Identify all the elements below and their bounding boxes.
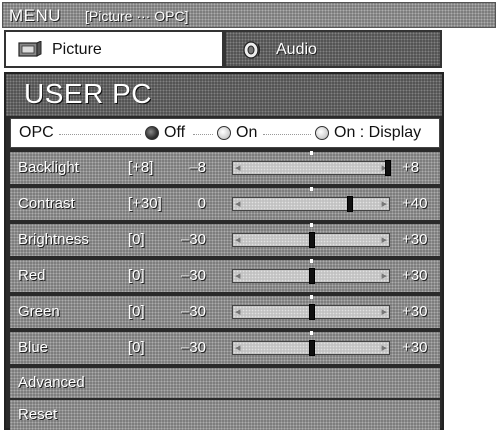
max-value: +30 xyxy=(402,339,428,356)
max-value: +30 xyxy=(402,231,428,248)
slider-label: Red xyxy=(18,267,46,284)
slider-knob[interactable] xyxy=(309,340,315,356)
menu-title: MENU xyxy=(9,6,62,25)
current-value: [0] xyxy=(128,231,145,248)
current-value: [0] xyxy=(128,303,145,320)
chevron-left-icon: ◂ xyxy=(235,234,241,246)
picture-icon xyxy=(18,40,42,64)
center-marker xyxy=(310,223,313,227)
current-value: [0] xyxy=(128,267,145,284)
chevron-left-icon: ◂ xyxy=(235,270,241,282)
center-marker xyxy=(310,151,313,155)
slider-track[interactable]: ◂▸ xyxy=(232,331,390,356)
advanced-label: Advanced xyxy=(18,374,85,391)
slider-label: Backlight xyxy=(18,159,79,176)
breadcrumb: [Picture ··· OPC] xyxy=(85,8,189,24)
slider-row-contrast[interactable]: Contrast [+30] 0 ◂ ▸ +40 xyxy=(10,187,440,220)
opc-on-radio[interactable] xyxy=(217,126,231,140)
slider-knob[interactable] xyxy=(309,232,315,248)
settings-panel: USER PC OPC Off On On : Display Backligh… xyxy=(4,72,444,430)
slider-row-brightness[interactable]: Brightness [0] –30 ◂ ▸ +30 xyxy=(10,223,440,256)
slider-knob[interactable] xyxy=(385,160,391,176)
tab-picture-label: Picture xyxy=(52,41,102,58)
slider-track[interactable]: ◂▸ xyxy=(232,259,390,284)
opc-off-label: Off xyxy=(164,124,186,141)
slider-row-blue[interactable]: Blue [0] –30 ◂ ▸ +30 xyxy=(10,331,440,364)
slider-row-backlight[interactable]: Backlight [+8] –8 ◂▸ +8 xyxy=(10,151,440,184)
slider-track[interactable]: ◂▸ xyxy=(232,187,390,212)
reset-label: Reset xyxy=(18,406,58,423)
min-value: –30 xyxy=(180,339,206,356)
slider-label: Blue xyxy=(18,339,49,356)
slider-track[interactable]: ◂▸ xyxy=(232,295,390,320)
min-value: –30 xyxy=(180,303,206,320)
slider-track[interactable]: ◂▸ xyxy=(232,223,390,248)
opc-row[interactable]: OPC Off On On : Display xyxy=(10,118,440,148)
advanced-item[interactable]: Advanced xyxy=(10,368,440,398)
max-value: +30 xyxy=(402,267,428,284)
current-value: [+8] xyxy=(128,159,154,176)
chevron-right-icon: ▸ xyxy=(381,306,387,318)
divider xyxy=(263,134,311,135)
max-value: +30 xyxy=(402,303,428,320)
opc-label: OPC xyxy=(19,124,54,141)
slider-knob[interactable] xyxy=(347,196,353,212)
slider-track[interactable]: ◂▸ xyxy=(232,151,391,176)
chevron-right-icon: ▸ xyxy=(381,342,387,354)
center-marker xyxy=(310,259,313,263)
slider-row-red[interactable]: Red [0] –30 ◂ ▸ +30 xyxy=(10,259,440,292)
slider-row-green[interactable]: Green [0] –30 ◂ ▸ +30 xyxy=(10,295,440,328)
panel-header: USER PC xyxy=(6,74,442,116)
chevron-left-icon: ◂ xyxy=(235,306,241,318)
center-marker xyxy=(310,331,313,335)
center-marker xyxy=(310,295,313,299)
slider-label: Brightness xyxy=(18,231,89,248)
slider-label: Green xyxy=(18,303,60,320)
min-value: 0 xyxy=(197,195,206,212)
slider-knob[interactable] xyxy=(309,304,315,320)
min-value: –30 xyxy=(180,267,206,284)
audio-icon xyxy=(242,40,262,65)
chevron-right-icon: ▸ xyxy=(381,234,387,246)
slider-knob[interactable] xyxy=(309,268,315,284)
panel-title: USER PC xyxy=(24,78,152,109)
center-marker xyxy=(310,187,313,191)
tab-audio[interactable]: Audio xyxy=(224,30,442,68)
slider-label: Contrast xyxy=(18,195,75,212)
opc-on-display-label: On : Display xyxy=(334,124,422,141)
tab-picture[interactable]: Picture xyxy=(4,30,224,68)
current-value: [0] xyxy=(128,339,145,356)
min-value: –30 xyxy=(180,231,206,248)
menu-bar: MENU [Picture ··· OPC] xyxy=(2,2,496,28)
reset-item[interactable]: Reset xyxy=(10,400,440,430)
chevron-right-icon: ▸ xyxy=(381,270,387,282)
chevron-right-icon: ▸ xyxy=(381,198,387,210)
opc-on-display-radio[interactable] xyxy=(315,126,329,140)
max-value: +8 xyxy=(402,159,420,176)
current-value: [+30] xyxy=(128,195,162,212)
chevron-left-icon: ◂ xyxy=(235,162,241,174)
opc-off-radio[interactable] xyxy=(145,126,159,140)
divider xyxy=(59,134,141,135)
min-value: –8 xyxy=(189,159,206,176)
divider xyxy=(193,134,213,135)
opc-on-label: On xyxy=(236,124,258,141)
chevron-left-icon: ◂ xyxy=(235,342,241,354)
tab-audio-label: Audio xyxy=(276,41,317,58)
chevron-left-icon: ◂ xyxy=(235,198,241,210)
max-value: +40 xyxy=(402,195,428,212)
